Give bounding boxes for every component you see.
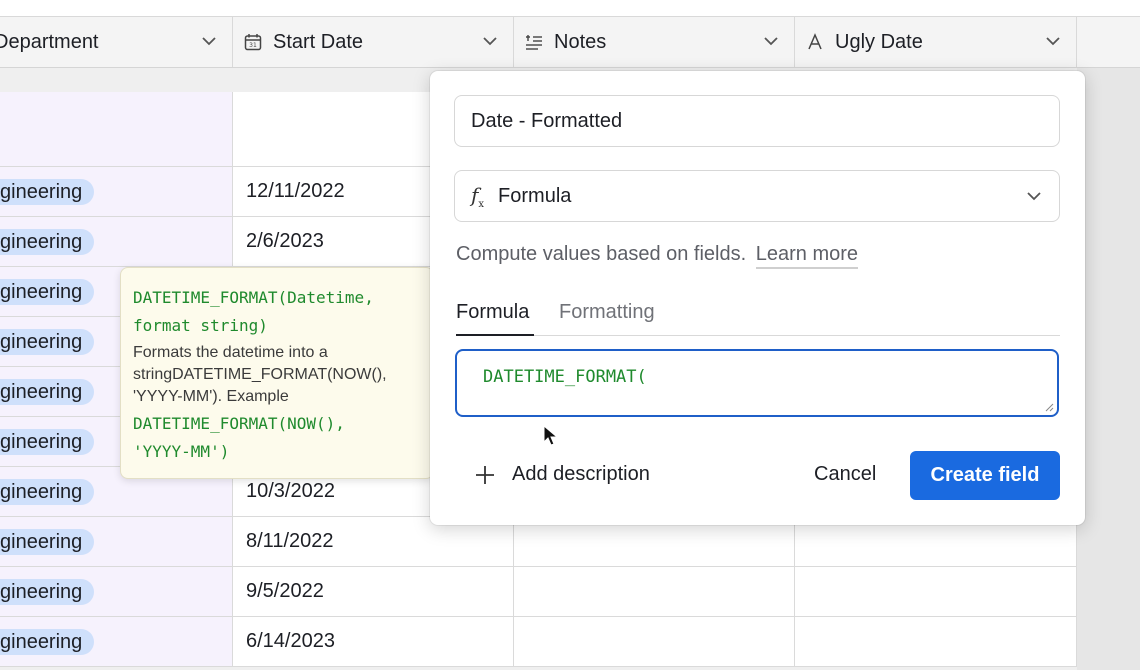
- resize-handle-icon[interactable]: [1044, 402, 1054, 412]
- field-name-input[interactable]: Date - Formatted: [454, 95, 1060, 147]
- column-label: Department: [0, 30, 99, 53]
- department-tag: gineering: [0, 379, 95, 405]
- column-header-start-date[interactable]: 31 Start Date: [233, 17, 514, 67]
- table-row[interactable]: gineering 9/5/2022: [0, 567, 1077, 617]
- tab-formula[interactable]: Formula: [456, 301, 529, 324]
- top-strip: [0, 0, 1140, 17]
- add-description-button[interactable]: Add description: [474, 463, 650, 486]
- column-header-ugly-date[interactable]: Ugly Date: [795, 17, 1077, 67]
- department-tag: gineering: [0, 529, 95, 555]
- chevron-down-icon[interactable]: [200, 32, 218, 50]
- formula-tabs: Formula Formatting: [456, 299, 1060, 336]
- chevron-down-icon[interactable]: [481, 32, 499, 50]
- department-cell[interactable]: gineering: [0, 167, 233, 216]
- department-cell[interactable]: gineering: [0, 517, 233, 566]
- column-label: Ugly Date: [835, 30, 923, 53]
- active-tab-indicator: [456, 334, 534, 336]
- ugly-date-cell[interactable]: [795, 617, 1077, 666]
- formula-icon: fx: [471, 182, 485, 210]
- cancel-button[interactable]: Cancel: [814, 463, 876, 486]
- department-cell[interactable]: [0, 92, 233, 166]
- column-header-notes[interactable]: Notes: [514, 17, 795, 67]
- department-tag: gineering: [0, 429, 95, 455]
- start-date-cell[interactable]: 9/5/2022: [233, 567, 514, 616]
- function-signature: DATETIME_FORMAT(Datetime, format string): [133, 288, 374, 335]
- function-example: DATETIME_FORMAT(NOW(), 'YYYY-MM'): [133, 414, 345, 461]
- help-text-body: Compute values based on fields.: [456, 243, 747, 265]
- department-cell[interactable]: gineering: [0, 217, 233, 266]
- add-description-label: Add description: [512, 463, 650, 485]
- table-row[interactable]: gineering 6/14/2023: [0, 617, 1077, 667]
- svg-text:31: 31: [249, 42, 257, 49]
- department-cell[interactable]: gineering: [0, 567, 233, 616]
- help-text: Compute values based on fields. Learn mo…: [456, 243, 859, 269]
- notes-cell[interactable]: [514, 617, 795, 666]
- formula-text: DATETIME_FORMAT(: [483, 367, 647, 387]
- chevron-down-icon[interactable]: [762, 32, 780, 50]
- field-type-select[interactable]: fx Formula: [454, 170, 1060, 222]
- long-text-icon: [524, 32, 544, 52]
- department-tag: gineering: [0, 279, 95, 305]
- chevron-down-icon: [1027, 192, 1041, 201]
- mouse-cursor-icon: [543, 425, 559, 446]
- department-cell[interactable]: gineering: [0, 617, 233, 666]
- panel-actions: Add description Cancel Create field: [430, 451, 1085, 501]
- formula-editor[interactable]: DATETIME_FORMAT(: [455, 349, 1059, 417]
- start-date-cell[interactable]: 6/14/2023: [233, 617, 514, 666]
- department-tag: gineering: [0, 479, 95, 505]
- calendar-icon: 31: [243, 32, 263, 52]
- chevron-down-icon[interactable]: [1044, 32, 1062, 50]
- create-field-button[interactable]: Create field: [910, 451, 1060, 500]
- department-tag: gineering: [0, 629, 95, 655]
- formula-help-tooltip: DATETIME_FORMAT(Datetime, format string)…: [120, 267, 434, 479]
- department-tag: gineering: [0, 229, 95, 255]
- column-header-department[interactable]: Department: [0, 17, 233, 67]
- field-name-value: Date - Formatted: [471, 109, 623, 132]
- plus-icon: [476, 465, 494, 484]
- column-label: Start Date: [273, 30, 364, 53]
- single-line-text-icon: [805, 32, 825, 52]
- column-label: Notes: [554, 30, 607, 53]
- department-tag: gineering: [0, 179, 95, 205]
- department-tag: gineering: [0, 329, 95, 355]
- department-tag: gineering: [0, 579, 95, 605]
- field-type-label: Formula: [498, 184, 572, 207]
- function-description: Formats the datetime into a stringDATETI…: [133, 344, 387, 405]
- tab-formatting[interactable]: Formatting: [559, 301, 655, 324]
- grid-empty-area: [1077, 68, 1140, 670]
- notes-cell[interactable]: [514, 567, 795, 616]
- field-config-panel: Date - Formatted fx Formula Compute valu…: [430, 71, 1085, 525]
- learn-more-link[interactable]: Learn more: [755, 243, 859, 269]
- ugly-date-cell[interactable]: [795, 567, 1077, 616]
- grid-header: Department 31 Start Date Notes Ugly Date: [0, 17, 1140, 68]
